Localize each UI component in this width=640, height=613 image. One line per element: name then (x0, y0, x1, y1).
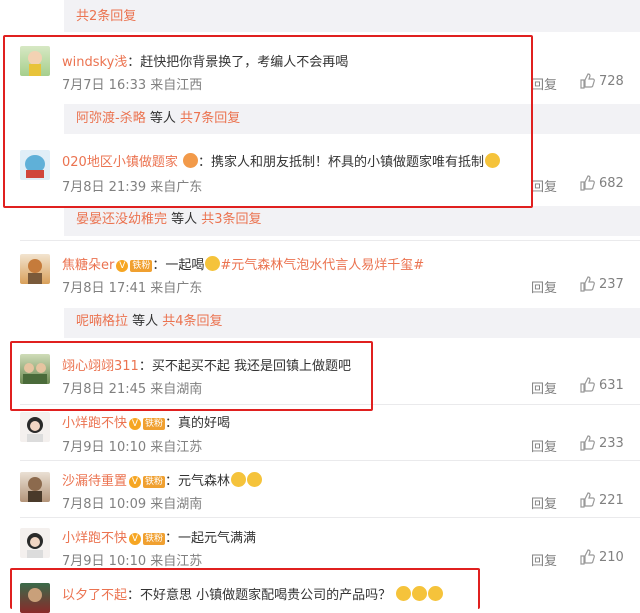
comment-meta: 7月8日 10:09 来自湖南 (62, 493, 202, 512)
avatar[interactable] (20, 528, 50, 558)
comment-meta: 7月9日 10:10 来自江苏 (62, 436, 202, 455)
sub-reply-user[interactable]: 晏晏还没幼稚完 (64, 212, 167, 227)
comment-sep: ： (165, 416, 179, 431)
thumbs-up-icon (580, 549, 595, 565)
comment-text: 一起元气满满 (178, 531, 257, 546)
highlight-box (3, 35, 533, 208)
thumbs-up-icon (580, 377, 595, 393)
comment-date: 7月8日 17:41 (62, 281, 147, 296)
comment-username[interactable]: 沙漏待重置 (62, 474, 127, 489)
fan-badge: 铁粉 (130, 260, 153, 272)
divider (20, 460, 640, 461)
comment-text: 元气森林 (178, 474, 231, 489)
like-button[interactable]: 221 (579, 492, 624, 508)
like-count: 631 (599, 377, 624, 393)
thumbs-up-icon (580, 175, 595, 191)
reply-button[interactable]: 回复 (531, 176, 557, 195)
crying-emoji-icon (247, 472, 263, 487)
avatar-girl-icon (27, 417, 43, 442)
comment-date: 7月9日 10:10 (62, 554, 147, 569)
vip-icon: V (129, 533, 142, 545)
comment-line: 小烊跑不快 V 铁粉 ：一起元气满满 (62, 527, 256, 546)
like-button[interactable]: 237 (579, 276, 624, 292)
comment-origin: 来自湖南 (150, 497, 203, 512)
crying-emoji-icon (205, 256, 221, 271)
highlight-box (10, 568, 480, 609)
comment-sep: ： (165, 531, 179, 546)
comment-date: 7月8日 10:09 (62, 497, 147, 512)
sub-reply-count[interactable]: 共3条回复 (201, 212, 261, 227)
fan-badge: 铁粉 (143, 533, 166, 545)
comment-meta: 7月9日 10:10 来自江苏 (62, 550, 202, 569)
like-count: 221 (599, 492, 624, 508)
avatar-photo-icon (28, 259, 42, 284)
like-count: 237 (599, 276, 624, 292)
avatar[interactable] (20, 254, 50, 284)
comment-sep: ： (165, 474, 179, 489)
vip-icon: V (116, 260, 129, 272)
avatar-girl-icon (27, 533, 43, 558)
like-count: 210 (599, 549, 624, 565)
reply-button[interactable]: 回复 (531, 550, 557, 569)
crying-emoji-icon (231, 472, 247, 487)
comment-username[interactable]: 小烊跑不快 (62, 531, 127, 546)
sub-reply-user[interactable]: 呢喃格拉 (64, 314, 128, 329)
comment-username[interactable]: 小烊跑不快 (62, 416, 127, 431)
divider (20, 517, 640, 518)
comment-sep: ： (152, 258, 166, 273)
avatar-photo-icon (28, 477, 42, 502)
reply-button[interactable]: 回复 (531, 378, 557, 397)
sub-reply-bar[interactable]: 晏晏还没幼稚完 等人 共3条回复 (64, 206, 640, 236)
comment-origin: 来自江苏 (150, 440, 203, 455)
avatar[interactable] (20, 412, 50, 442)
comment-origin: 来自广东 (150, 281, 203, 296)
thumbs-up-icon (580, 276, 595, 292)
sub-reply-bar[interactable]: 呢喃格拉 等人 共4条回复 (64, 308, 640, 338)
vip-icon: V (129, 476, 142, 488)
reply-button[interactable]: 回复 (531, 74, 557, 93)
like-count: 682 (599, 175, 624, 191)
sub-reply-count[interactable]: 共2条回复 (64, 9, 136, 24)
reply-button[interactable]: 回复 (531, 493, 557, 512)
like-button[interactable]: 728 (579, 73, 624, 89)
like-button[interactable]: 631 (579, 377, 624, 393)
sub-reply-count[interactable]: 共4条回复 (162, 314, 222, 329)
sub-reply-mid: 等人 (128, 314, 163, 329)
reply-button[interactable]: 回复 (531, 436, 557, 455)
avatar[interactable] (20, 472, 50, 502)
highlight-box (10, 341, 373, 411)
comment-username[interactable]: 焦糖朵er (62, 258, 114, 273)
thumbs-up-icon (580, 73, 595, 89)
fan-badge: 铁粉 (143, 418, 166, 430)
thumbs-up-icon (580, 492, 595, 508)
like-count: 728 (599, 73, 624, 89)
comment-origin: 来自江苏 (150, 554, 203, 569)
like-count: 233 (599, 435, 624, 451)
comment-line: 焦糖朵er V 铁粉 ：一起喝 #元气森林气泡水代言人易烊千玺# (62, 254, 424, 273)
comment-meta: 7月8日 17:41 来自广东 (62, 277, 202, 296)
comment-date: 7月9日 10:10 (62, 440, 147, 455)
thumbs-up-icon (580, 435, 595, 451)
comment-text: 真的好喝 (178, 416, 231, 431)
sub-reply-bar[interactable]: 共2条回复 (64, 0, 640, 32)
comment-line: 沙漏待重置 V 铁粉 ：元气森林 (62, 470, 263, 489)
reply-button[interactable]: 回复 (531, 277, 557, 296)
vip-icon: V (129, 418, 142, 430)
like-button[interactable]: 210 (579, 549, 624, 565)
like-button[interactable]: 233 (579, 435, 624, 451)
like-button[interactable]: 682 (579, 175, 624, 191)
comment-text: 一起喝 (165, 258, 205, 273)
hashtag-link[interactable]: #元气森林气泡水代言人易烊千玺# (220, 258, 424, 273)
comment-line: 小烊跑不快 V 铁粉 ：真的好喝 (62, 412, 230, 431)
divider (20, 240, 640, 241)
fan-badge: 铁粉 (143, 476, 166, 488)
sub-reply-mid: 等人 (167, 212, 202, 227)
